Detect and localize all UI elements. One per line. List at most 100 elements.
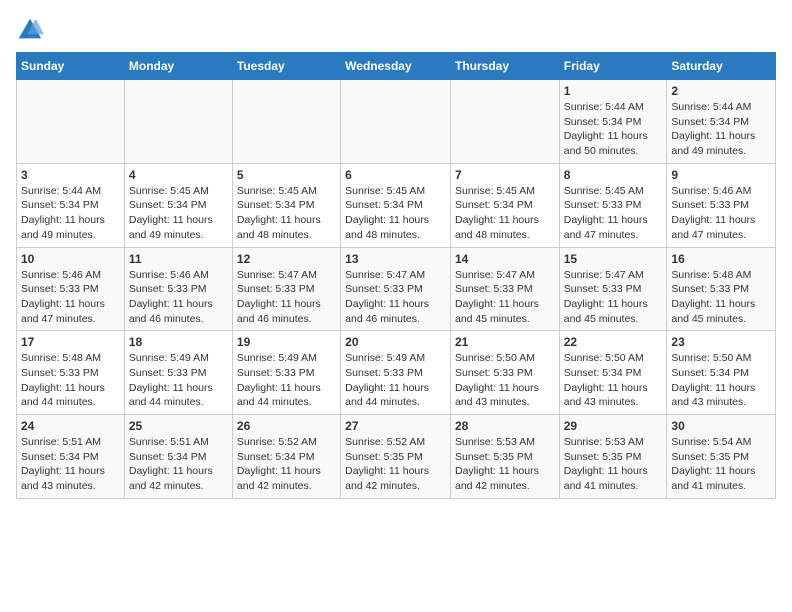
- calendar-cell: 28 Sunrise: 5:53 AM Sunset: 5:35 PM Dayli…: [450, 415, 559, 499]
- day-info: Sunrise: 5:49 AM Sunset: 5:33 PM Dayligh…: [237, 351, 336, 410]
- day-info: Sunrise: 5:47 AM Sunset: 5:33 PM Dayligh…: [564, 268, 663, 327]
- day-number: 24: [21, 419, 120, 433]
- day-info: Sunrise: 5:48 AM Sunset: 5:33 PM Dayligh…: [21, 351, 120, 410]
- day-number: 25: [129, 419, 228, 433]
- day-number: 9: [671, 168, 771, 182]
- day-number: 11: [129, 252, 228, 266]
- calendar-cell: 22Sunrise: 5:50 AM Sunset: 5:34 PM Dayli…: [559, 331, 667, 415]
- weekday-header-sunday: Sunday: [17, 53, 125, 80]
- calendar-cell: 24 Sunrise: 5:51 AM Sunset: 5:34 PM Dayli…: [17, 415, 125, 499]
- day-info: Sunrise: 5:51 AM Sunset: 5:34 PM Dayligh…: [129, 435, 228, 494]
- calendar-cell: 29 Sunrise: 5:53 AM Sunset: 5:35 PM Dayli…: [559, 415, 667, 499]
- day-number: 18: [129, 335, 228, 349]
- day-info: Sunrise: 5:44 AM Sunset: 5:34 PM Dayligh…: [21, 184, 120, 243]
- calendar-cell: 11 Sunrise: 5:46 AM Sunset: 5:33 PM Dayli…: [124, 247, 232, 331]
- day-number: 21: [455, 335, 555, 349]
- calendar-cell: [341, 80, 451, 164]
- calendar-cell: 26 Sunrise: 5:52 AM Sunset: 5:34 PM Dayli…: [232, 415, 340, 499]
- calendar-cell: 16 Sunrise: 5:48 AM Sunset: 5:33 PM Dayli…: [667, 247, 776, 331]
- calendar-table: SundayMondayTuesdayWednesdayThursdayFrid…: [16, 52, 776, 499]
- week-row-3: 10 Sunrise: 5:46 AM Sunset: 5:33 PM Dayli…: [17, 247, 776, 331]
- calendar-cell: 21Sunrise: 5:50 AM Sunset: 5:33 PM Dayli…: [450, 331, 559, 415]
- calendar-cell: 4 Sunrise: 5:45 AM Sunset: 5:34 PM Daylig…: [124, 163, 232, 247]
- day-number: 13: [345, 252, 446, 266]
- day-number: 16: [671, 252, 771, 266]
- calendar-cell: 3 Sunrise: 5:44 AM Sunset: 5:34 PM Daylig…: [17, 163, 125, 247]
- calendar-cell: 2 Sunrise: 5:44 AM Sunset: 5:34 PM Daylig…: [667, 80, 776, 164]
- day-info: Sunrise: 5:46 AM Sunset: 5:33 PM Dayligh…: [21, 268, 120, 327]
- calendar-cell: 6Sunrise: 5:45 AM Sunset: 5:34 PM Daylig…: [341, 163, 451, 247]
- weekday-header-thursday: Thursday: [450, 53, 559, 80]
- calendar-cell: 30Sunrise: 5:54 AM Sunset: 5:35 PM Dayli…: [667, 415, 776, 499]
- weekday-header-wednesday: Wednesday: [341, 53, 451, 80]
- day-info: Sunrise: 5:49 AM Sunset: 5:33 PM Dayligh…: [129, 351, 228, 410]
- day-info: Sunrise: 5:51 AM Sunset: 5:34 PM Dayligh…: [21, 435, 120, 494]
- day-number: 7: [455, 168, 555, 182]
- weekday-header-monday: Monday: [124, 53, 232, 80]
- calendar-cell: 14 Sunrise: 5:47 AM Sunset: 5:33 PM Dayli…: [450, 247, 559, 331]
- day-number: 15: [564, 252, 663, 266]
- weekday-header-tuesday: Tuesday: [232, 53, 340, 80]
- day-number: 4: [129, 168, 228, 182]
- day-info: Sunrise: 5:46 AM Sunset: 5:33 PM Dayligh…: [671, 184, 771, 243]
- day-number: 14: [455, 252, 555, 266]
- day-info: Sunrise: 5:45 AM Sunset: 5:34 PM Dayligh…: [455, 184, 555, 243]
- day-info: Sunrise: 5:48 AM Sunset: 5:33 PM Dayligh…: [671, 268, 771, 327]
- day-info: Sunrise: 5:44 AM Sunset: 5:34 PM Dayligh…: [671, 100, 771, 159]
- day-info: Sunrise: 5:44 AM Sunset: 5:34 PM Dayligh…: [564, 100, 663, 159]
- day-info: Sunrise: 5:45 AM Sunset: 5:34 PM Dayligh…: [237, 184, 336, 243]
- calendar-cell: 27Sunrise: 5:52 AM Sunset: 5:35 PM Dayli…: [341, 415, 451, 499]
- day-number: 5: [237, 168, 336, 182]
- calendar-cell: 23 Sunrise: 5:50 AM Sunset: 5:34 PM Dayli…: [667, 331, 776, 415]
- day-number: 28: [455, 419, 555, 433]
- day-number: 2: [671, 84, 771, 98]
- calendar-cell: [124, 80, 232, 164]
- calendar-cell: 15 Sunrise: 5:47 AM Sunset: 5:33 PM Dayli…: [559, 247, 667, 331]
- calendar-cell: 12Sunrise: 5:47 AM Sunset: 5:33 PM Dayli…: [232, 247, 340, 331]
- calendar-cell: 9 Sunrise: 5:46 AM Sunset: 5:33 PM Daylig…: [667, 163, 776, 247]
- day-number: 29: [564, 419, 663, 433]
- day-info: Sunrise: 5:50 AM Sunset: 5:34 PM Dayligh…: [671, 351, 771, 410]
- day-info: Sunrise: 5:50 AM Sunset: 5:34 PM Dayligh…: [564, 351, 663, 410]
- week-row-5: 24 Sunrise: 5:51 AM Sunset: 5:34 PM Dayli…: [17, 415, 776, 499]
- weekday-header-row: SundayMondayTuesdayWednesdayThursdayFrid…: [17, 53, 776, 80]
- calendar-cell: [450, 80, 559, 164]
- day-number: 23: [671, 335, 771, 349]
- day-info: Sunrise: 5:53 AM Sunset: 5:35 PM Dayligh…: [564, 435, 663, 494]
- day-info: Sunrise: 5:47 AM Sunset: 5:33 PM Dayligh…: [345, 268, 446, 327]
- day-number: 26: [237, 419, 336, 433]
- day-number: 8: [564, 168, 663, 182]
- week-row-1: 1 Sunrise: 5:44 AM Sunset: 5:34 PM Daylig…: [17, 80, 776, 164]
- page-header: [16, 16, 776, 44]
- day-number: 10: [21, 252, 120, 266]
- calendar-cell: 25 Sunrise: 5:51 AM Sunset: 5:34 PM Dayli…: [124, 415, 232, 499]
- calendar-cell: 17 Sunrise: 5:48 AM Sunset: 5:33 PM Dayli…: [17, 331, 125, 415]
- day-info: Sunrise: 5:47 AM Sunset: 5:33 PM Dayligh…: [455, 268, 555, 327]
- day-info: Sunrise: 5:45 AM Sunset: 5:34 PM Dayligh…: [129, 184, 228, 243]
- calendar-cell: [232, 80, 340, 164]
- day-info: Sunrise: 5:46 AM Sunset: 5:33 PM Dayligh…: [129, 268, 228, 327]
- day-number: 1: [564, 84, 663, 98]
- day-number: 19: [237, 335, 336, 349]
- day-number: 17: [21, 335, 120, 349]
- weekday-header-saturday: Saturday: [667, 53, 776, 80]
- calendar-cell: 18 Sunrise: 5:49 AM Sunset: 5:33 PM Dayli…: [124, 331, 232, 415]
- weekday-header-friday: Friday: [559, 53, 667, 80]
- calendar-cell: 13 Sunrise: 5:47 AM Sunset: 5:33 PM Dayli…: [341, 247, 451, 331]
- calendar-cell: 8 Sunrise: 5:45 AM Sunset: 5:33 PM Daylig…: [559, 163, 667, 247]
- day-number: 12: [237, 252, 336, 266]
- calendar-cell: [17, 80, 125, 164]
- logo: [16, 16, 48, 44]
- day-info: Sunrise: 5:52 AM Sunset: 5:34 PM Dayligh…: [237, 435, 336, 494]
- day-info: Sunrise: 5:53 AM Sunset: 5:35 PM Dayligh…: [455, 435, 555, 494]
- day-number: 3: [21, 168, 120, 182]
- day-number: 6: [345, 168, 446, 182]
- calendar-cell: 20Sunrise: 5:49 AM Sunset: 5:33 PM Dayli…: [341, 331, 451, 415]
- calendar-cell: 1 Sunrise: 5:44 AM Sunset: 5:34 PM Daylig…: [559, 80, 667, 164]
- calendar-cell: 10 Sunrise: 5:46 AM Sunset: 5:33 PM Dayli…: [17, 247, 125, 331]
- week-row-2: 3 Sunrise: 5:44 AM Sunset: 5:34 PM Daylig…: [17, 163, 776, 247]
- day-info: Sunrise: 5:45 AM Sunset: 5:33 PM Dayligh…: [564, 184, 663, 243]
- logo-icon: [16, 16, 44, 44]
- day-info: Sunrise: 5:52 AM Sunset: 5:35 PM Dayligh…: [345, 435, 446, 494]
- day-info: Sunrise: 5:49 AM Sunset: 5:33 PM Dayligh…: [345, 351, 446, 410]
